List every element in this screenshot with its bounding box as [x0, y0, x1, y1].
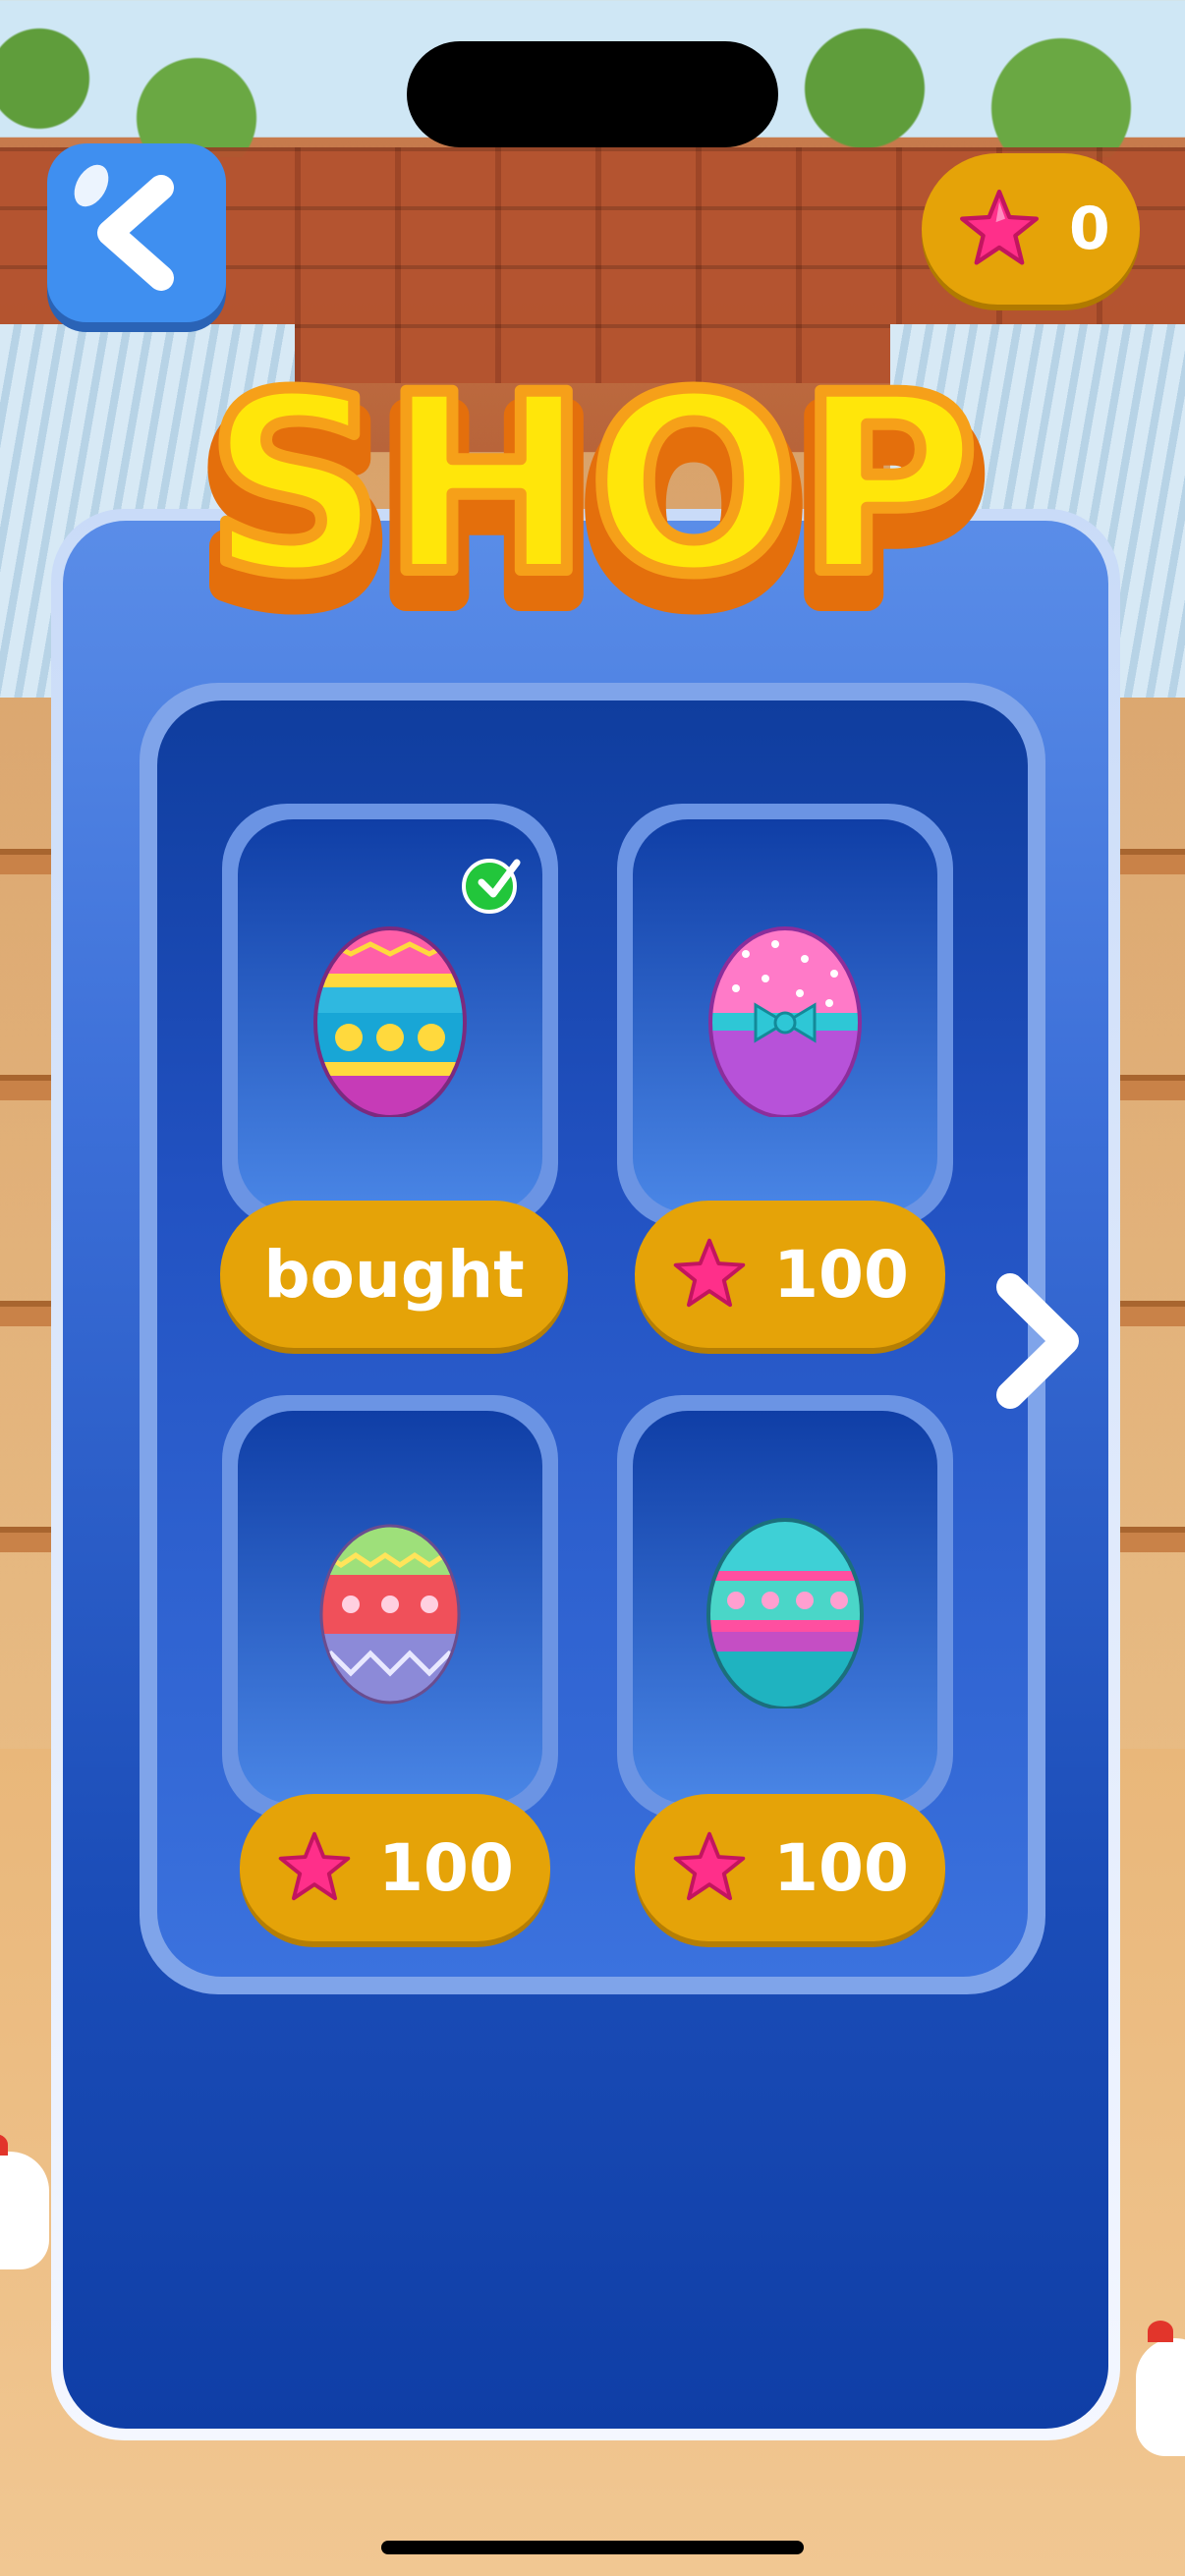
- chevron-right-icon[interactable]: [983, 1267, 1091, 1415]
- back-button[interactable]: [47, 143, 226, 322]
- star-icon: [673, 1238, 746, 1308]
- star-count: 0: [1069, 195, 1110, 263]
- item-slot: [238, 1411, 542, 1804]
- checkmark-icon: [478, 859, 521, 898]
- home-indicator[interactable]: [381, 2541, 804, 2554]
- egg-pink-blue-patterned-icon: [313, 926, 467, 1117]
- egg-teal-floral-stripes-icon: [706, 1518, 864, 1708]
- item-slot: [633, 1411, 937, 1804]
- buy-button-item-3[interactable]: 100: [240, 1794, 550, 1941]
- item-price: 100: [378, 1829, 514, 1906]
- egg-pink-polka-bow-icon: [708, 926, 862, 1117]
- dynamic-island: [407, 41, 778, 147]
- shop-item-4[interactable]: [617, 1395, 953, 1820]
- owned-check-badge: [462, 859, 521, 914]
- shop-item-3[interactable]: [222, 1395, 558, 1820]
- star-counter: 0: [922, 153, 1140, 305]
- item-slot: [633, 819, 937, 1212]
- bought-text: bought: [263, 1236, 525, 1313]
- star-icon: [278, 1831, 351, 1901]
- background-hen-right: [1136, 2321, 1185, 2456]
- item-price: 100: [773, 1236, 909, 1313]
- title-text: SHOP: [206, 342, 978, 628]
- star-icon: [673, 1831, 746, 1901]
- shop-item-2[interactable]: [617, 804, 953, 1228]
- background-hen-left: [0, 2134, 49, 2269]
- buy-button-item-4[interactable]: 100: [635, 1794, 945, 1941]
- star-icon: [960, 190, 1039, 265]
- bought-label: bought: [220, 1201, 568, 1348]
- shop-title: SHOP SHOP: [0, 324, 1185, 669]
- item-price: 100: [773, 1829, 909, 1906]
- buy-button-item-2[interactable]: 100: [635, 1201, 945, 1348]
- egg-green-red-zigzag-icon: [319, 1524, 461, 1705]
